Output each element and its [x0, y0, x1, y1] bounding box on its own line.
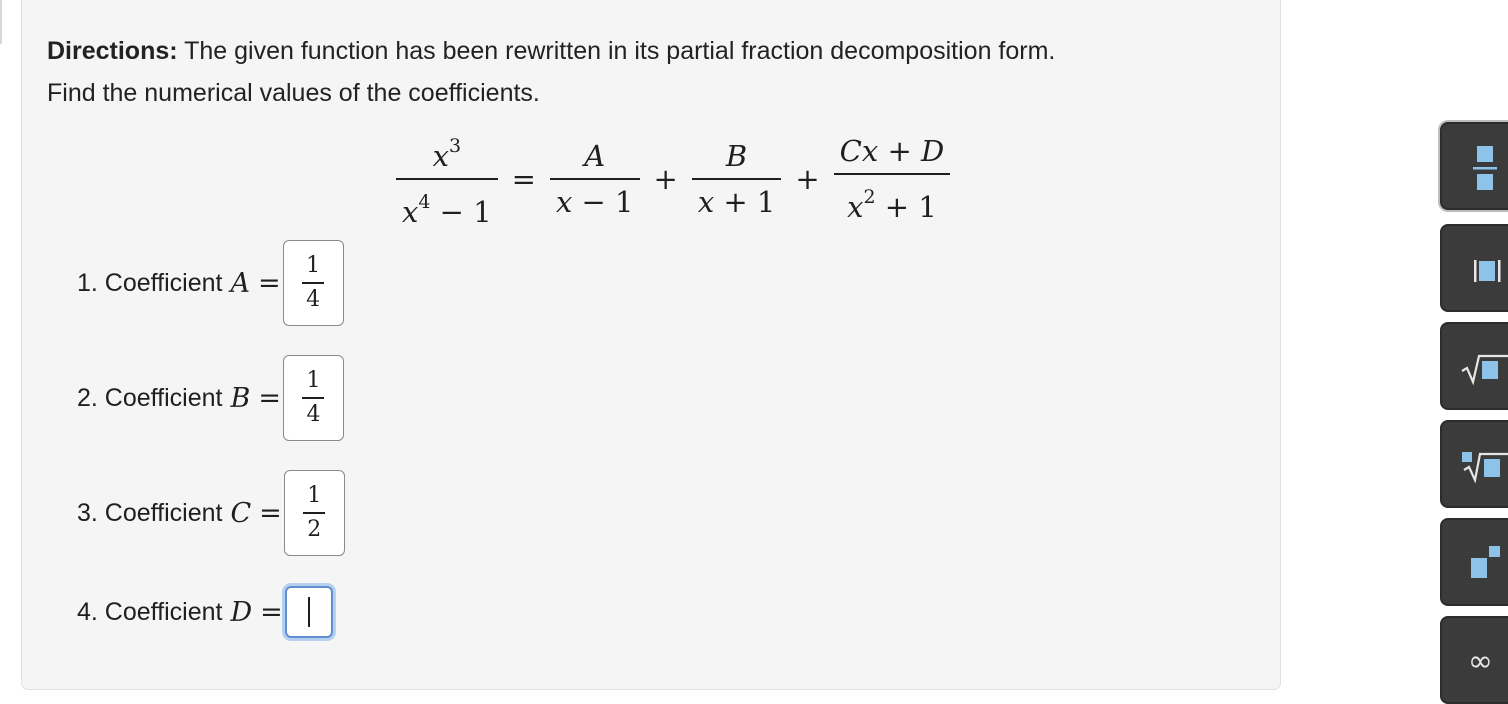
question-coefficient-d: 4. Coefficient D = — [77, 586, 333, 638]
toolbar-square-root-button[interactable] — [1440, 322, 1508, 410]
term-b-num: B — [725, 139, 748, 174]
lhs-den-rest: − 1 — [430, 194, 492, 229]
infinity-icon: ∞ — [1468, 644, 1493, 679]
term-a-den-rest: − 1 — [572, 184, 634, 219]
term-a-fraction: A x − 1 — [549, 138, 640, 219]
toolbar-infinity-button[interactable]: ∞ — [1440, 616, 1508, 704]
term-cd-den-rest: + 1 — [875, 189, 937, 224]
toolbar-superscript-button[interactable] — [1440, 518, 1508, 606]
term-a-den-var: x — [555, 184, 573, 219]
term-b-den-var: x — [697, 184, 715, 219]
square-root-icon — [1461, 354, 1508, 386]
term-cd-num-d: D — [920, 134, 945, 169]
term-cd-num-x: x — [861, 134, 879, 169]
term-a-num: A — [584, 139, 606, 174]
term-b-den-rest: + 1 — [714, 184, 776, 219]
question-label: 4. Coefficient — [77, 597, 223, 626]
lhs-num-base: x — [432, 139, 449, 174]
question-label: 3. Coefficient — [77, 498, 223, 527]
left-edge-divider — [0, 0, 2, 44]
superscript-icon — [1471, 546, 1500, 578]
fraction-icon — [1473, 146, 1497, 190]
directions-label: Directions: — [47, 37, 178, 65]
question-coefficient-c: 3. Coefficient C = 1 2 — [77, 470, 345, 556]
term-cd-num-c: C — [839, 134, 862, 169]
answer-fraction: 1 4 — [302, 253, 325, 312]
answer-fraction: 1 2 — [303, 483, 326, 542]
answer-denominator: 4 — [306, 286, 321, 312]
question-label: 2. Coefficient — [77, 383, 223, 412]
toolbar-absolute-value-button[interactable] — [1440, 224, 1508, 312]
question-variable: C — [230, 497, 252, 529]
lhs-fraction: x3 x4 − 1 — [396, 128, 498, 229]
plus-sign-1: + — [653, 162, 678, 196]
answer-input-c[interactable]: 1 2 — [283, 470, 345, 556]
answer-numerator: 1 — [307, 483, 322, 509]
question-label: 1. Coefficient — [77, 268, 223, 297]
lhs-num-exp: 3 — [448, 135, 462, 158]
question-variable: A — [230, 267, 250, 299]
directions-text: Directions: The given function has been … — [47, 30, 1055, 114]
answer-denominator: 2 — [307, 516, 322, 542]
term-cd-den-exp: 2 — [863, 185, 876, 208]
question-equals: = — [257, 267, 281, 299]
question-equals: = — [258, 382, 281, 414]
question-variable: B — [230, 382, 251, 414]
lhs-den-exp: 4 — [418, 190, 431, 213]
term-b-fraction: B x + 1 — [691, 138, 782, 219]
toolbar-fraction-button[interactable] — [1440, 122, 1508, 210]
toolbar-nth-root-button[interactable] — [1440, 420, 1508, 508]
answer-input-d[interactable] — [284, 586, 333, 638]
answer-input-a[interactable]: 1 4 — [282, 240, 344, 326]
answer-numerator: 1 — [306, 253, 321, 279]
term-cd-fraction: Cx + D x2 + 1 — [833, 133, 951, 224]
answer-denominator: 4 — [306, 401, 321, 427]
lhs-den-base: x — [402, 194, 419, 229]
directions-line-1: The given function has been rewritten in… — [177, 37, 1056, 65]
question-equals: = — [259, 497, 282, 529]
directions-line-2: Find the numerical values of the coeffic… — [47, 79, 540, 107]
question-coefficient-b: 2. Coefficient B = 1 4 — [77, 355, 344, 441]
equals-sign: = — [511, 162, 536, 196]
term-cd-num-plus: + — [878, 134, 921, 169]
partial-fraction-equation: x3 x4 − 1 = A x − 1 + B x + 1 + Cx + D x… — [392, 133, 954, 229]
question-coefficient-a: 1. Coefficient A = 1 4 — [77, 240, 344, 326]
plus-sign-2: + — [795, 162, 820, 196]
answer-input-b[interactable]: 1 4 — [282, 355, 344, 441]
text-cursor — [307, 597, 310, 627]
question-equals: = — [260, 596, 283, 628]
question-variable: D — [230, 596, 253, 628]
term-cd-den-var: x — [847, 189, 864, 224]
absolute-value-icon — [1474, 260, 1501, 282]
nth-root-icon — [1462, 452, 1508, 484]
answer-numerator: 1 — [306, 368, 321, 394]
answer-fraction: 1 4 — [302, 368, 325, 427]
